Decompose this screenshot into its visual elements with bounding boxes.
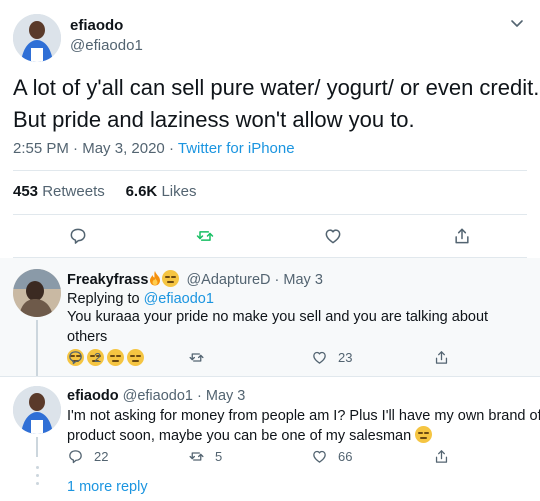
- reply-text: I'm not asking for money from people am …: [67, 408, 540, 444]
- like-button[interactable]: 66: [311, 448, 352, 465]
- like-button[interactable]: 23: [311, 349, 352, 366]
- retweet-button[interactable]: 5: [188, 448, 222, 465]
- reply-icon: [69, 351, 82, 365]
- reply-count: 2: [94, 350, 102, 365]
- tweet-meta: 2:55 PM · May 3, 2020 · Twitter for iPho…: [13, 140, 295, 157]
- retweet-icon: [189, 452, 204, 461]
- likes-stat[interactable]: 6.6K Likes: [126, 183, 197, 200]
- meta-separator: ·: [73, 140, 79, 157]
- tweet-time[interactable]: 2:55 PM: [13, 140, 69, 157]
- share-icon: [435, 351, 448, 364]
- reply-icon: [69, 450, 82, 464]
- reply-date[interactable]: May 3: [283, 272, 323, 288]
- like-button[interactable]: [323, 226, 343, 246]
- retweet-icon: [189, 353, 204, 362]
- tweet-source-link[interactable]: Twitter for iPhone: [178, 140, 295, 157]
- retweet-button[interactable]: [188, 349, 215, 366]
- avatar[interactable]: [13, 269, 61, 317]
- share-icon: [455, 228, 469, 244]
- tweet-text-line: A lot of y'all can sell pure water/ yogu…: [13, 75, 540, 100]
- reply-count: 22: [94, 449, 109, 464]
- meta-separator: ·: [168, 140, 174, 157]
- reply-button[interactable]: 2: [67, 349, 101, 366]
- reply-header: Freakyfrass @AdaptureD · May 3: [67, 270, 323, 288]
- reply-date[interactable]: May 3: [206, 388, 246, 404]
- retweet-button[interactable]: [195, 226, 215, 246]
- more-replies-link[interactable]: 1 more reply: [67, 479, 148, 495]
- author-name[interactable]: Freakyfrass: [67, 272, 148, 288]
- avatar[interactable]: [13, 386, 61, 434]
- fire-icon: [150, 271, 161, 286]
- retweets-stat[interactable]: 453 Retweets: [13, 183, 105, 200]
- share-button[interactable]: [433, 349, 450, 366]
- author-name[interactable]: efiaodo: [70, 17, 123, 34]
- reply-actions: 2 23: [0, 349, 540, 377]
- reply-button[interactable]: [68, 226, 88, 246]
- heart-icon: [313, 450, 326, 463]
- heart-icon: [313, 351, 326, 364]
- retweet-count: 5: [215, 449, 223, 464]
- retweet-icon: [196, 231, 214, 241]
- heart-icon: [325, 229, 341, 244]
- reply-header: efiaodo @efiaodo1 · May 3: [67, 388, 245, 404]
- relieved-face-emoji-icon: [415, 426, 433, 443]
- reply-button[interactable]: 22: [67, 448, 108, 465]
- chevron-down-icon[interactable]: [510, 16, 524, 30]
- share-button[interactable]: [452, 226, 472, 246]
- meta-separator: ·: [196, 388, 202, 404]
- reply-actions: 22 5 66: [0, 448, 540, 476]
- author-handle[interactable]: @efiaodo1: [70, 37, 143, 54]
- tweet-stats: 453 Retweets 6.6K Likes: [13, 183, 196, 200]
- meta-separator: ·: [274, 272, 280, 288]
- like-count: 23: [338, 350, 353, 365]
- reply-icon: [70, 228, 86, 244]
- avatar[interactable]: [13, 14, 61, 62]
- like-count: 66: [338, 449, 353, 464]
- tweet-text-line: But pride and laziness won't allow you t…: [13, 107, 415, 132]
- divider: [0, 376, 540, 377]
- tweet-text: A lot of y'all can sell pure water/ yogu…: [13, 72, 540, 136]
- replying-to-link[interactable]: @efiaodo1: [144, 291, 214, 307]
- share-icon: [435, 450, 448, 463]
- author-name[interactable]: efiaodo: [67, 388, 119, 404]
- author-handle[interactable]: @AdaptureD: [186, 272, 270, 288]
- tweet-actions: [0, 226, 540, 254]
- author-handle[interactable]: @efiaodo1: [123, 388, 193, 404]
- divider: [13, 170, 527, 171]
- thread-dot: [35, 482, 39, 485]
- blowing-kiss-emoji-icon: [162, 270, 180, 287]
- tweet-date[interactable]: May 3, 2020: [82, 140, 165, 157]
- share-button[interactable]: [433, 448, 450, 465]
- replying-to: Replying to @efiaodo1: [67, 291, 214, 307]
- divider: [13, 214, 527, 215]
